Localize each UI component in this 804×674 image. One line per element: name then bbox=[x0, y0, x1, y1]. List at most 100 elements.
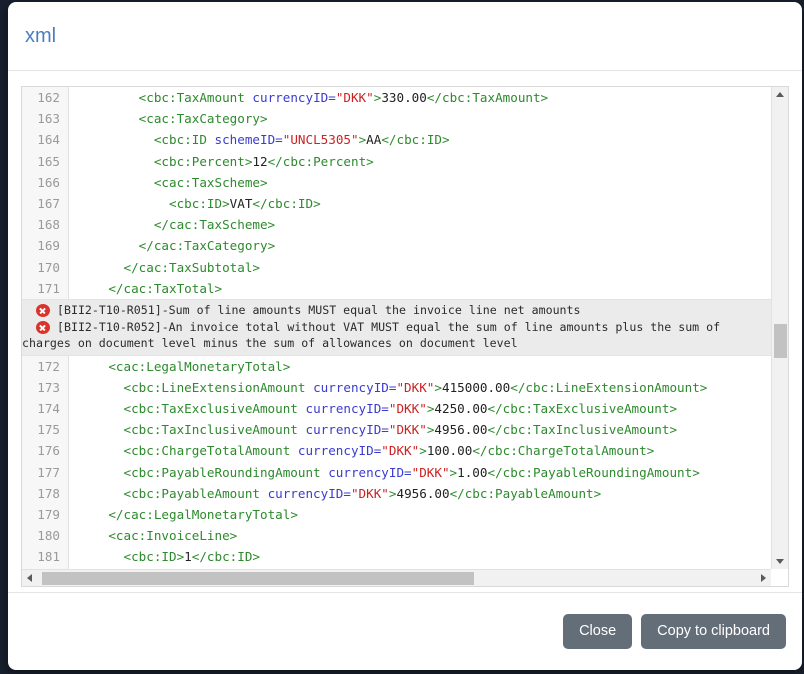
line-number: 179 bbox=[22, 504, 69, 525]
line-number: 169 bbox=[22, 235, 69, 256]
dialog-title: xml bbox=[25, 26, 56, 46]
code-line: 164 <cbc:ID schemeID="UNCL5305">AA</cbc:… bbox=[22, 129, 771, 150]
xml-viewer-dialog: xml 162 <cbc:TaxAmount currencyID="DKK">… bbox=[8, 2, 802, 670]
code-token: <cbc:PayableRoundingAmount bbox=[124, 465, 329, 480]
code-token: currencyID= bbox=[313, 380, 396, 395]
dialog-header: xml bbox=[8, 2, 802, 71]
horizontal-scrollbar[interactable] bbox=[22, 569, 771, 586]
code-line-content: <cbc:TaxAmount currencyID="DKK">330.00</… bbox=[69, 87, 771, 108]
code-line: 163 <cac:TaxCategory> bbox=[22, 108, 771, 129]
line-number: 176 bbox=[22, 440, 69, 461]
code-line-content: <cbc:LineExtensionAmount currencyID="DKK… bbox=[69, 377, 771, 398]
validation-error-item: [BII2-T10-R051]-Sum of line amounts MUST… bbox=[22, 302, 771, 319]
code-token: currencyID= bbox=[328, 465, 411, 480]
code-token: 12 bbox=[252, 154, 267, 169]
vertical-scrollbar-thumb[interactable] bbox=[774, 324, 787, 358]
line-number: 171 bbox=[22, 278, 69, 299]
code-token: </cbc:Percent> bbox=[268, 154, 374, 169]
code-token: "DKK" bbox=[396, 380, 434, 395]
code-line: 174 <cbc:TaxExclusiveAmount currencyID="… bbox=[22, 398, 771, 419]
code-token: currencyID= bbox=[268, 486, 351, 501]
code-token: 1.00 bbox=[457, 465, 487, 480]
code-token: </cac:TaxTotal> bbox=[108, 281, 222, 296]
horizontal-scrollbar-thumb[interactable] bbox=[42, 572, 474, 585]
line-number: 165 bbox=[22, 151, 69, 172]
code-line-content: <cbc:TaxInclusiveAmount currencyID="DKK"… bbox=[69, 419, 771, 440]
validation-error-wrap-text: charges on document level minus the sum … bbox=[22, 335, 771, 352]
code-line-content: <cac:TaxCategory> bbox=[69, 108, 771, 129]
code-line-content: </cac:TaxSubtotal> bbox=[69, 257, 771, 278]
code-lines-before-errors: 162 <cbc:TaxAmount currencyID="DKK">330.… bbox=[22, 87, 771, 299]
code-line-content: <cac:LegalMonetaryTotal> bbox=[69, 356, 771, 377]
code-token: AA bbox=[366, 132, 381, 147]
code-token: > bbox=[434, 380, 442, 395]
error-x-circle-icon bbox=[36, 321, 50, 334]
code-token: </cbc:LineExtensionAmount> bbox=[510, 380, 707, 395]
scroll-right-arrow-icon[interactable] bbox=[761, 574, 766, 582]
code-token: 415000.00 bbox=[442, 380, 510, 395]
code-line: 180 <cac:InvoiceLine> bbox=[22, 525, 771, 546]
code-token: currencyID= bbox=[305, 401, 388, 416]
scroll-down-arrow-icon[interactable] bbox=[776, 559, 784, 564]
code-viewer: 162 <cbc:TaxAmount currencyID="DKK">330.… bbox=[21, 86, 789, 587]
line-number: 174 bbox=[22, 398, 69, 419]
copy-to-clipboard-button[interactable]: Copy to clipboard bbox=[641, 614, 786, 649]
code-token: "DKK" bbox=[389, 401, 427, 416]
line-number: 162 bbox=[22, 87, 69, 108]
validation-error-item: [BII2-T10-R052]-An invoice total without… bbox=[22, 319, 771, 336]
code-token: <cac:InvoiceLine> bbox=[108, 528, 237, 543]
code-line: 171 </cac:TaxTotal> bbox=[22, 278, 771, 299]
code-token: "DKK" bbox=[336, 90, 374, 105]
line-number: 164 bbox=[22, 129, 69, 150]
code-line: 173 <cbc:LineExtensionAmount currencyID=… bbox=[22, 377, 771, 398]
line-number: 177 bbox=[22, 462, 69, 483]
code-token: "UNCL5305" bbox=[283, 132, 359, 147]
validation-error-block: [BII2-T10-R051]-Sum of line amounts MUST… bbox=[22, 299, 771, 356]
code-token: currencyID= bbox=[305, 422, 388, 437]
validation-error-list: [BII2-T10-R051]-Sum of line amounts MUST… bbox=[22, 302, 771, 335]
code-line: 167 <cbc:ID>VAT</cbc:ID> bbox=[22, 193, 771, 214]
code-token: "DKK" bbox=[412, 465, 450, 480]
vertical-scrollbar[interactable] bbox=[771, 87, 788, 569]
code-token: "DKK" bbox=[351, 486, 389, 501]
dialog-body: 162 <cbc:TaxAmount currencyID="DKK">330.… bbox=[8, 71, 802, 592]
scroll-left-arrow-icon[interactable] bbox=[27, 574, 32, 582]
code-token: </cbc:ID> bbox=[252, 196, 320, 211]
code-token: <cac:LegalMonetaryTotal> bbox=[108, 359, 290, 374]
code-line-content: <cbc:Percent>12</cbc:Percent> bbox=[69, 151, 771, 172]
code-token: <cbc:TaxAmount bbox=[139, 90, 253, 105]
code-token: 4250.00 bbox=[434, 401, 487, 416]
validation-error-message: [BII2-T10-R051]-Sum of line amounts MUST… bbox=[57, 302, 771, 319]
code-token: </cbc:PayableAmount> bbox=[450, 486, 602, 501]
code-line: 165 <cbc:Percent>12</cbc:Percent> bbox=[22, 151, 771, 172]
code-token: "DKK" bbox=[389, 422, 427, 437]
code-line: 168 </cac:TaxScheme> bbox=[22, 214, 771, 235]
code-viewport[interactable]: 162 <cbc:TaxAmount currencyID="DKK">330.… bbox=[22, 87, 771, 569]
code-token: <cac:TaxCategory> bbox=[139, 111, 268, 126]
dialog-footer: Close Copy to clipboard bbox=[8, 592, 802, 670]
code-token: </cbc:ChargeTotalAmount> bbox=[472, 443, 654, 458]
code-line-content: <cbc:PayableRoundingAmount currencyID="D… bbox=[69, 462, 771, 483]
code-token: currencyID= bbox=[252, 90, 335, 105]
scrollbar-corner bbox=[771, 569, 788, 586]
close-button[interactable]: Close bbox=[563, 614, 632, 649]
code-line: 172 <cac:LegalMonetaryTotal> bbox=[22, 356, 771, 377]
code-line: 166 <cac:TaxScheme> bbox=[22, 172, 771, 193]
code-token: 100.00 bbox=[427, 443, 473, 458]
code-line: 177 <cbc:PayableRoundingAmount currencyI… bbox=[22, 462, 771, 483]
code-line: 175 <cbc:TaxInclusiveAmount currencyID="… bbox=[22, 419, 771, 440]
code-token: <cbc:PayableAmount bbox=[124, 486, 268, 501]
code-token: </cbc:PayableRoundingAmount> bbox=[487, 465, 699, 480]
code-token: 330.00 bbox=[381, 90, 427, 105]
code-line: 162 <cbc:TaxAmount currencyID="DKK">330.… bbox=[22, 87, 771, 108]
line-number: 163 bbox=[22, 108, 69, 129]
code-line-content: <cbc:ID>1</cbc:ID> bbox=[69, 546, 771, 567]
scroll-up-arrow-icon[interactable] bbox=[776, 92, 784, 97]
code-token: <cbc:TaxInclusiveAmount bbox=[124, 422, 306, 437]
code-token: "DKK" bbox=[381, 443, 419, 458]
code-line-content: <cbc:TaxExclusiveAmount currencyID="DKK"… bbox=[69, 398, 771, 419]
code-token: <cbc:ChargeTotalAmount bbox=[124, 443, 298, 458]
code-line-content: </cac:LegalMonetaryTotal> bbox=[69, 504, 771, 525]
code-token: 4956.00 bbox=[434, 422, 487, 437]
code-token: 1 bbox=[184, 549, 192, 564]
